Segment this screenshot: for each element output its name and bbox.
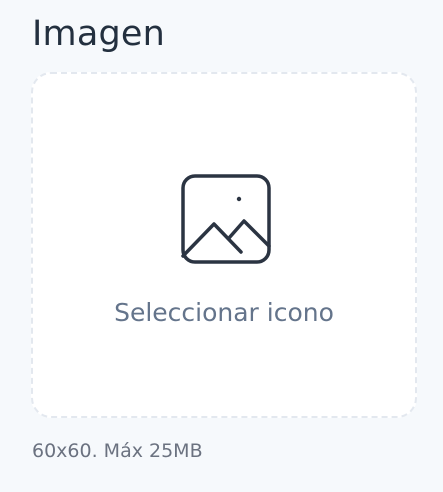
image-dropzone[interactable]: Seleccionar icono xyxy=(31,72,417,418)
image-icon xyxy=(181,174,271,264)
size-hint: 60x60. Máx 25MB xyxy=(32,440,203,462)
select-icon-label: Seleccionar icono xyxy=(114,298,334,327)
field-title: Imagen xyxy=(32,14,165,54)
image-upload-field: Imagen Seleccionar icono 60x60. Máx 25MB xyxy=(0,0,443,492)
